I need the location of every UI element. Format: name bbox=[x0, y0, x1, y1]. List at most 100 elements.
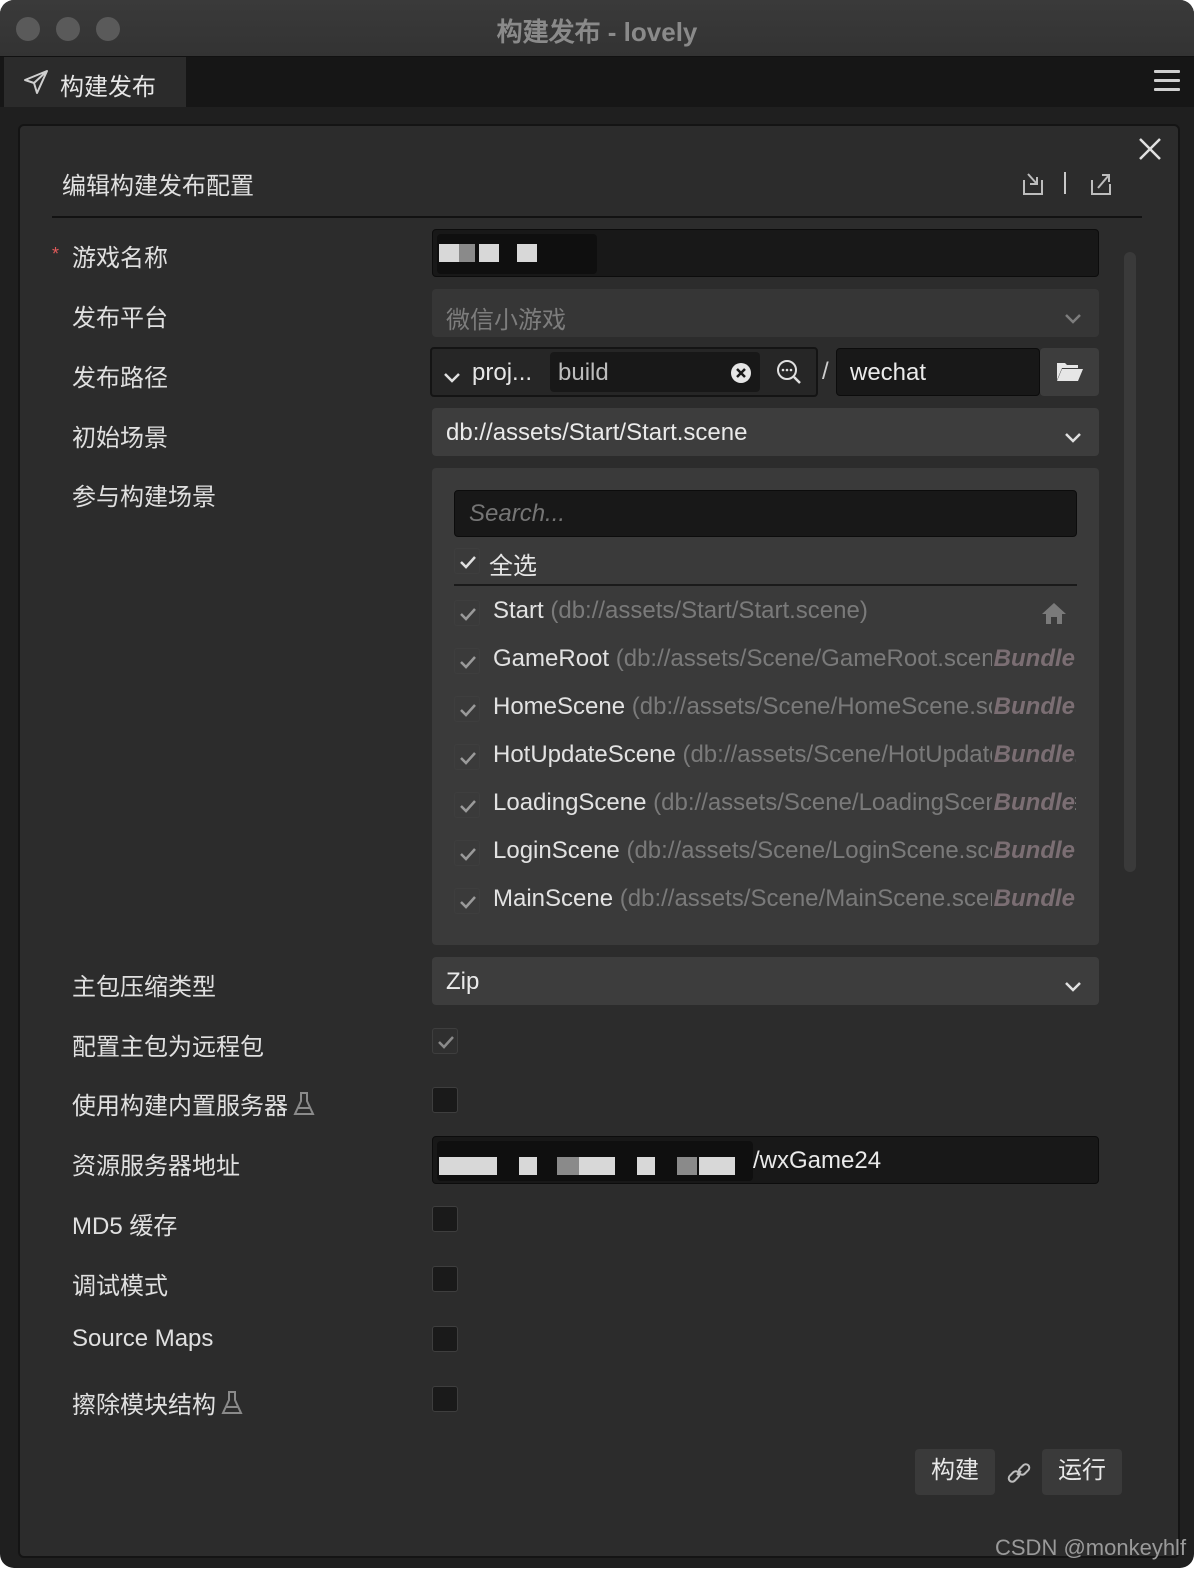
scene-path: (db://assets/Scene/GameRoot.scene) bbox=[615, 645, 1016, 672]
tab-bar: 构建发布 bbox=[0, 57, 1194, 107]
panel-title: 编辑构建发布配置 bbox=[62, 173, 254, 200]
server-url-input[interactable]: /wxGame24 bbox=[432, 1136, 1099, 1184]
scene-list: 全选 Start (db://assets/Start/Start.scene)… bbox=[432, 468, 1099, 945]
chevron-down-icon bbox=[1063, 305, 1083, 333]
build-folder-input[interactable]: build bbox=[550, 352, 760, 392]
debug-label: 调试模式 bbox=[72, 1273, 168, 1300]
search-icon[interactable] bbox=[776, 359, 802, 392]
home-icon bbox=[1041, 601, 1067, 630]
scene-path: (db://assets/Scene/LoginScene.scene) bbox=[626, 837, 1038, 864]
compression-label: 主包压缩类型 bbox=[72, 974, 216, 1001]
scene-path: (db://assets/Scene/MainScene.scene) bbox=[619, 885, 1024, 912]
link-icon[interactable] bbox=[1006, 1460, 1032, 1491]
builtin-server-checkbox[interactable] bbox=[432, 1087, 458, 1113]
scene-name: GameRoot bbox=[493, 645, 610, 672]
list-item[interactable]: LoginScene (db://assets/Scene/LoginScene… bbox=[432, 829, 1099, 877]
scenes-label: 参与构建场景 bbox=[72, 484, 216, 511]
list-item[interactable]: HotUpdateScene (db://assets/Scene/HotUpd… bbox=[432, 733, 1099, 781]
list-divider bbox=[454, 584, 1077, 586]
open-folder-button[interactable] bbox=[1040, 348, 1099, 396]
platform-value: 微信小游戏 bbox=[446, 307, 566, 334]
export-icon[interactable] bbox=[1088, 170, 1114, 203]
title-bar: 构建发布 - lovely bbox=[0, 0, 1194, 57]
list-item[interactable]: LoadingScene (db://assets/Scene/LoadingS… bbox=[432, 781, 1099, 829]
window-title: 构建发布 - lovely bbox=[496, 17, 698, 47]
builtin-server-row: 使用构建内置服务器 bbox=[72, 1086, 316, 1124]
list-item[interactable]: HomeScene (db://assets/Scene/HomeScene.s… bbox=[432, 685, 1099, 733]
clear-icon[interactable] bbox=[730, 362, 752, 391]
platform-label: 发布平台 bbox=[72, 305, 168, 332]
platform-select[interactable]: 微信小游戏 bbox=[432, 289, 1099, 337]
game-name-input[interactable] bbox=[432, 229, 1099, 277]
build-path-root-select[interactable]: proj... build bbox=[430, 347, 818, 397]
bundle-badge: Bundle bbox=[991, 645, 1075, 673]
bundle-badge: Bundle bbox=[991, 741, 1075, 769]
compression-select[interactable]: Zip bbox=[432, 957, 1099, 1005]
bundle-badge: Bundle bbox=[991, 885, 1075, 913]
scene-name: Start bbox=[493, 597, 544, 624]
build-folder-value: build bbox=[558, 359, 609, 386]
scene-path: (db://assets/Scene/HomeScene.scene) bbox=[631, 693, 1048, 720]
select-all-checkbox[interactable] bbox=[454, 548, 480, 574]
required-mark: * bbox=[52, 244, 60, 264]
tab-label: 构建发布 bbox=[60, 74, 156, 101]
source-maps-label: Source Maps bbox=[72, 1325, 214, 1352]
chevron-down-icon bbox=[442, 364, 462, 392]
start-scene-value: db://assets/Start/Start.scene bbox=[446, 419, 748, 446]
header-divider bbox=[52, 216, 1142, 218]
chevron-down-icon bbox=[1063, 973, 1083, 1001]
start-scene-label: 初始场景 bbox=[72, 425, 168, 452]
hamburger-menu-icon[interactable] bbox=[1154, 70, 1180, 94]
scene-search-input[interactable] bbox=[454, 490, 1077, 537]
scene-name: MainScene bbox=[493, 885, 614, 912]
scene-name: HotUpdateScene bbox=[493, 741, 676, 768]
bundle-badge: Bundle bbox=[991, 693, 1075, 721]
scene-name: LoginScene bbox=[493, 837, 620, 864]
list-item[interactable]: GameRoot (db://assets/Scene/GameRoot.sce… bbox=[432, 637, 1099, 685]
redacted-text bbox=[437, 234, 597, 274]
mangle-row: 擦除模块结构 bbox=[72, 1385, 244, 1423]
import-icon[interactable] bbox=[1020, 170, 1046, 203]
chevron-down-icon bbox=[1063, 424, 1083, 452]
mangle-label: 擦除模块结构 bbox=[72, 1392, 216, 1419]
tab-build-publish[interactable]: 构建发布 bbox=[4, 57, 186, 107]
scene-name: HomeScene bbox=[493, 693, 626, 720]
scrollbar-thumb[interactable] bbox=[1124, 252, 1136, 872]
debug-checkbox[interactable] bbox=[432, 1266, 458, 1292]
header-separator bbox=[1064, 172, 1066, 194]
path-separator: / bbox=[822, 358, 829, 385]
redacted-text bbox=[437, 1141, 753, 1181]
md5-checkbox[interactable] bbox=[432, 1206, 458, 1232]
paper-plane-icon bbox=[22, 68, 50, 101]
builtin-server-label: 使用构建内置服务器 bbox=[72, 1093, 288, 1120]
list-item[interactable]: MainScene (db://assets/Scene/MainScene.s… bbox=[432, 877, 1099, 925]
md5-label: MD5 缓存 bbox=[72, 1213, 178, 1240]
scene-path: (db://assets/Start/Start.scene) bbox=[550, 597, 868, 624]
build-name-value: wechat bbox=[850, 359, 927, 386]
bundle-badge: Bundle bbox=[991, 837, 1075, 865]
compression-value: Zip bbox=[446, 968, 480, 995]
build-button[interactable]: 构建 bbox=[915, 1449, 995, 1495]
watermark: CSDN @monkeyhlf bbox=[995, 1535, 1187, 1560]
app-window: 构建发布 - lovely 构建发布 编辑构建发布配置 * 游戏名称 发布平台 bbox=[0, 0, 1194, 1568]
remote-main-checkbox[interactable] bbox=[432, 1028, 458, 1054]
server-url-value: /wxGame24 bbox=[753, 1147, 882, 1174]
list-item[interactable]: Start (db://assets/Start/Start.scene) bbox=[432, 589, 1099, 637]
server-url-label: 资源服务器地址 bbox=[72, 1153, 240, 1180]
close-icon[interactable] bbox=[1134, 133, 1166, 165]
path-prefix: proj... bbox=[472, 359, 533, 386]
bundle-badge: Bundle bbox=[991, 789, 1075, 817]
folder-open-icon bbox=[1056, 360, 1084, 389]
build-name-input[interactable]: wechat bbox=[836, 348, 1040, 396]
run-button[interactable]: 运行 bbox=[1042, 1449, 1122, 1495]
select-all-label: 全选 bbox=[489, 553, 537, 580]
scene-name: LoadingScene bbox=[493, 789, 647, 816]
build-path-label: 发布路径 bbox=[72, 365, 168, 392]
flask-icon bbox=[292, 1091, 316, 1124]
source-maps-checkbox[interactable] bbox=[432, 1326, 458, 1352]
mangle-checkbox[interactable] bbox=[432, 1386, 458, 1412]
game-name-label: 游戏名称 bbox=[72, 245, 168, 272]
flask-icon bbox=[220, 1390, 244, 1423]
remote-main-label: 配置主包为远程包 bbox=[72, 1034, 264, 1061]
start-scene-select[interactable]: db://assets/Start/Start.scene bbox=[432, 408, 1099, 456]
